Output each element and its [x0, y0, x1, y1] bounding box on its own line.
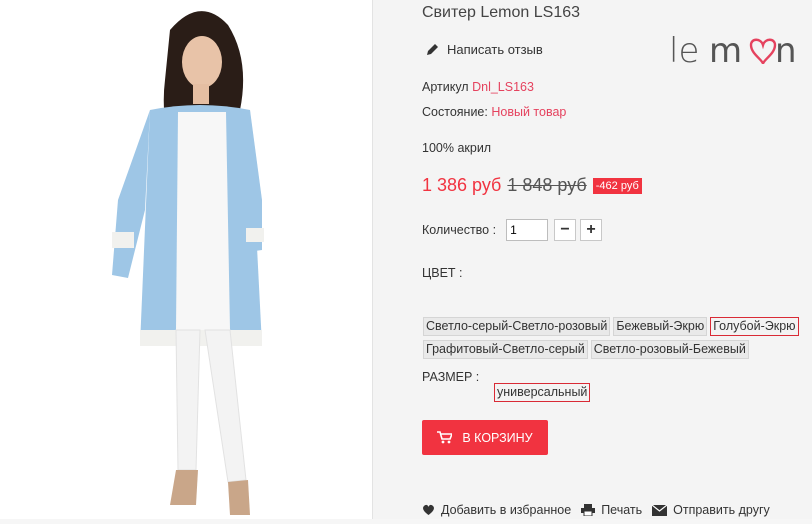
heart-icon [423, 504, 434, 515]
color-options: Светло-серый-Светло-розовый Бежевый-Экрю… [423, 317, 803, 359]
add-favorite-link[interactable]: Добавить в избранное [422, 503, 571, 517]
condition-value: Новый товар [491, 105, 567, 119]
condition-row: Состояние: Новый товар [422, 105, 566, 119]
size-option-selected[interactable]: универсальный [494, 383, 591, 402]
sku-label: Артикул [422, 80, 469, 94]
brand-logo: le m n [669, 31, 797, 71]
price-current: 1 386 руб [422, 175, 502, 195]
add-to-cart-button[interactable]: В КОРЗИНУ [422, 420, 548, 455]
color-option[interactable]: Светло-розовый-Бежевый [590, 340, 749, 359]
quantity-input[interactable] [506, 219, 549, 241]
color-label: ЦВЕТ : [422, 266, 463, 280]
sku-value: Dnl_LS163 [472, 80, 534, 94]
product-image [0, 0, 372, 519]
product-title: Свитер Lemon LS163 [422, 4, 581, 21]
envelope-icon [652, 504, 668, 516]
write-review-label: Написать отзыв [447, 42, 543, 57]
color-option[interactable]: Светло-серый-Светло-розовый [423, 317, 611, 336]
composition: 100% акрил [422, 141, 492, 155]
product-actions: Добавить в избранное Печать Отправить др… [422, 503, 770, 517]
print-label: Печать [601, 503, 643, 517]
quantity-label: Количество : [422, 223, 497, 237]
quantity-row: Количество : − + [422, 219, 603, 241]
write-review-link[interactable]: Написать отзыв [426, 42, 543, 57]
pencil-icon [427, 44, 438, 55]
product-photo[interactable] [0, 0, 372, 519]
color-option-selected[interactable]: Голубой-Экрю [710, 317, 799, 336]
send-friend-link[interactable]: Отправить другу [652, 503, 770, 517]
sku-row: Артикул Dnl_LS163 [422, 80, 534, 94]
logo-text: le [669, 31, 699, 71]
add-to-cart-label: В КОРЗИНУ [462, 430, 533, 445]
color-option[interactable]: Графитовый-Светло-серый [423, 340, 588, 359]
plus-icon: + [586, 221, 596, 238]
add-favorite-label: Добавить в избранное [441, 503, 572, 517]
printer-icon [581, 504, 596, 516]
size-label: РАЗМЕР : [422, 370, 480, 384]
logo-n: n [775, 31, 797, 71]
quantity-decrease-button[interactable]: − [554, 219, 577, 241]
print-link[interactable]: Печать [581, 503, 642, 517]
send-friend-label: Отправить другу [673, 503, 770, 517]
color-option[interactable]: Бежевый-Экрю [613, 317, 708, 336]
price-old: 1 848 руб [507, 175, 587, 195]
discount-badge: -462 руб [592, 177, 642, 194]
heart-icon [749, 38, 777, 65]
price-block: 1 386 руб 1 848 руб -462 руб [422, 175, 642, 196]
condition-label: Состояние: [422, 105, 488, 119]
minus-icon: − [560, 221, 570, 238]
cart-icon [437, 431, 453, 444]
quantity-increase-button[interactable]: + [580, 219, 603, 241]
logo-m: m [709, 31, 742, 71]
product-info: Свитер Lemon LS163 Написать отзыв le m n… [373, 0, 812, 519]
